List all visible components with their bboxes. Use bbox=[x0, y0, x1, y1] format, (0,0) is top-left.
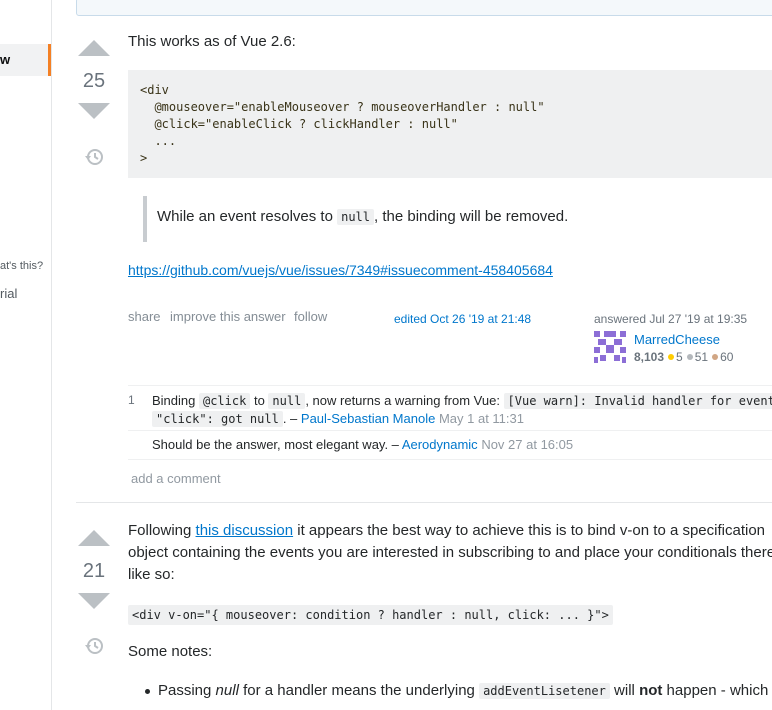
discussion-link[interactable]: this discussion bbox=[196, 522, 294, 539]
upvote-arrow-icon[interactable] bbox=[78, 530, 110, 546]
code-line: <div bbox=[140, 83, 169, 97]
share-link[interactable]: share bbox=[128, 309, 161, 324]
sidebar-item-label: w bbox=[0, 52, 11, 67]
answer-paragraph: object containing the events you are int… bbox=[128, 544, 772, 561]
sidebar-whats-this-link[interactable]: at's this? bbox=[0, 260, 43, 272]
history-icon[interactable] bbox=[84, 636, 104, 656]
vote-count: 21 bbox=[82, 560, 106, 582]
code-block: <div @mouseover="enableMouseover ? mouse… bbox=[128, 70, 772, 178]
code-line: @mouseover="enableMouseover ? mouseoverH… bbox=[140, 100, 545, 114]
answer-paragraph: Following this discussion it appears the… bbox=[128, 522, 766, 539]
answer-divider bbox=[76, 502, 772, 503]
code-line: ... bbox=[140, 134, 177, 148]
upvote-arrow-icon[interactable] bbox=[78, 40, 110, 56]
bronze-badge-icon bbox=[712, 354, 719, 361]
left-sidebar: w at's this? rial bbox=[0, 0, 52, 710]
comment-date[interactable]: May 1 at 11:31 bbox=[439, 411, 524, 426]
vote-count: 25 bbox=[82, 70, 106, 92]
code-line: > bbox=[140, 151, 148, 165]
bullet-icon bbox=[145, 689, 150, 694]
answer-intro: This works as of Vue 2.6: bbox=[128, 33, 296, 50]
inline-code: addEventLisetener bbox=[479, 683, 610, 699]
inline-code: [Vue warn]: Invalid handler for event bbox=[503, 393, 772, 409]
sidebar-tutorial-link[interactable]: rial bbox=[0, 286, 17, 301]
gold-badge-icon bbox=[668, 354, 675, 361]
silver-badge-icon bbox=[686, 354, 693, 361]
comment: Binding @click to null, now returns a wa… bbox=[152, 392, 772, 428]
comment-divider bbox=[128, 385, 772, 386]
inline-code: @click bbox=[198, 393, 251, 409]
reputation-score: 8,103 bbox=[634, 350, 665, 364]
add-comment-link[interactable]: add a comment bbox=[131, 471, 221, 486]
answer-paragraph: like so: bbox=[128, 566, 175, 583]
comment-divider bbox=[128, 459, 772, 460]
note-item: Passing null for a handler means the und… bbox=[158, 682, 769, 699]
sidebar-item-active[interactable]: w bbox=[0, 44, 51, 76]
vote-cell: 25 bbox=[74, 40, 114, 119]
user-avatar[interactable] bbox=[594, 331, 626, 363]
blockquote: While an event resolves to null, the bin… bbox=[143, 196, 747, 242]
gold-badge-count: 5 bbox=[676, 350, 683, 364]
blockquote-text: While an event resolves to null, the bin… bbox=[157, 208, 569, 225]
inline-code: "click": got null bbox=[152, 411, 283, 427]
user-reputation: 8,103 5 51 60 bbox=[634, 350, 733, 364]
notes-heading: Some notes: bbox=[128, 643, 213, 660]
inline-code: null bbox=[337, 209, 374, 225]
github-issue-link[interactable]: https://github.com/vuejs/vue/issues/7349… bbox=[128, 259, 553, 281]
history-icon[interactable] bbox=[84, 147, 104, 167]
comment: Should be the answer, most elegant way. … bbox=[152, 437, 574, 452]
vote-cell: 21 bbox=[74, 530, 114, 609]
answered-timestamp: answered Jul 27 '19 at 19:35 bbox=[594, 312, 748, 326]
comment-date[interactable]: Nov 27 at 16:05 bbox=[481, 437, 573, 452]
edited-timestamp-link[interactable]: edited Oct 26 '19 at 21:48 bbox=[394, 312, 531, 326]
comment-user-link[interactable]: Paul-Sebastian Manole bbox=[301, 411, 435, 426]
comment-divider bbox=[128, 430, 772, 431]
code-line: @click="enableClick ? clickHandler : nul… bbox=[140, 117, 458, 131]
silver-badge-count: 51 bbox=[694, 350, 709, 364]
downvote-arrow-icon[interactable] bbox=[78, 103, 110, 119]
user-name-link[interactable]: MarredCheese bbox=[634, 332, 720, 347]
downvote-arrow-icon[interactable] bbox=[78, 593, 110, 609]
inline-code: null bbox=[268, 393, 306, 409]
comment-score: 1 bbox=[128, 393, 135, 407]
follow-link[interactable]: follow bbox=[294, 309, 327, 324]
bronze-badge-count: 60 bbox=[720, 350, 734, 364]
comment-user-link[interactable]: Aerodynamic bbox=[402, 437, 478, 452]
improve-answer-link[interactable]: improve this answer bbox=[170, 309, 286, 324]
previous-notice-box bbox=[76, 0, 772, 16]
inline-code-block: <div v-on="{ mouseover: condition ? hand… bbox=[128, 605, 613, 625]
